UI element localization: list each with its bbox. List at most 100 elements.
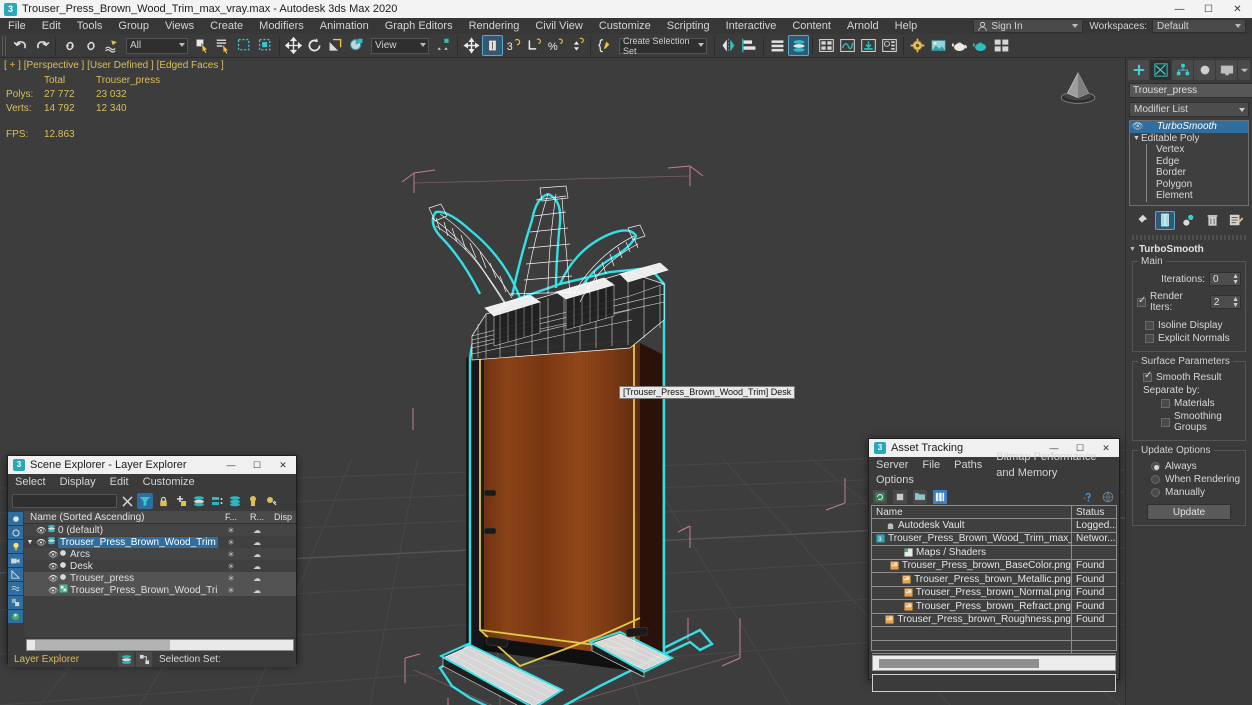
stack-subobject-border[interactable]: Border xyxy=(1130,167,1248,179)
spinner-arrows-icon[interactable]: ▲ ▼ xyxy=(1232,296,1239,309)
chevron-down-icon[interactable]: ▼ xyxy=(24,539,36,546)
placement-icon[interactable] xyxy=(346,35,367,56)
redo-icon[interactable] xyxy=(31,35,52,56)
asset-tracking-grid[interactable]: Name Status Autodesk Vault Logged... 3 T… xyxy=(871,505,1117,654)
row-render[interactable]: ☁ xyxy=(244,550,270,559)
isoline-display-row[interactable]: Isoline Display xyxy=(1137,320,1241,331)
modify-tab[interactable] xyxy=(1150,60,1172,80)
row-frozen[interactable]: ✳ xyxy=(218,526,244,535)
scene-explorer-minimize-button[interactable]: — xyxy=(218,456,244,474)
menu-item-rendering[interactable]: Rendering xyxy=(461,18,528,34)
add-layer-icon[interactable] xyxy=(173,493,189,509)
chevron-down-icon[interactable]: ▼ xyxy=(1132,133,1141,145)
menu-item-modifiers[interactable]: Modifiers xyxy=(251,18,312,34)
bone-icon[interactable] xyxy=(8,596,23,609)
filter-icon[interactable] xyxy=(137,493,153,509)
table-row[interactable]: 👁 0 (default) ✳ ☁ xyxy=(24,524,296,536)
render-in-cloud-icon[interactable] xyxy=(991,35,1012,56)
spinner-precision-icon[interactable] xyxy=(566,35,587,56)
eye-icon[interactable]: 👁 xyxy=(48,562,59,571)
window-maximize-button[interactable]: ☐ xyxy=(1194,0,1223,18)
clear-search-icon[interactable] xyxy=(119,493,135,509)
column-render[interactable]: R... xyxy=(244,512,270,522)
table-row[interactable]: 👁 Arcs ✳ ☁ xyxy=(24,548,296,560)
network-icon[interactable] xyxy=(1101,490,1115,504)
show-end-result-icon[interactable] xyxy=(1155,210,1176,230)
smoothing-groups-checkbox[interactable] xyxy=(1161,417,1170,427)
create-tab[interactable] xyxy=(1128,60,1150,80)
render-iters-spinner[interactable]: 2 ▲ ▼ xyxy=(1209,295,1241,309)
rollout-header[interactable]: ▼ TurboSmooth xyxy=(1129,244,1249,255)
menu-item-content[interactable]: Content xyxy=(784,18,839,34)
helper-icon[interactable] xyxy=(8,568,23,581)
configure-modifier-sets-icon[interactable] xyxy=(1226,211,1246,230)
freeze-layer-icon[interactable] xyxy=(245,493,261,509)
render-production-icon[interactable] xyxy=(949,35,970,56)
menu-item-help[interactable]: Help xyxy=(887,18,926,34)
smoothing-groups-row[interactable]: Smoothing Groups xyxy=(1137,411,1241,433)
eye-icon[interactable]: 👁 xyxy=(48,586,59,595)
curve-editor-icon[interactable] xyxy=(837,35,858,56)
column-display[interactable]: Disp xyxy=(270,512,296,522)
percent-snap-icon[interactable] xyxy=(524,35,545,56)
panel-divider[interactable] xyxy=(1132,235,1246,240)
sign-in-dropdown[interactable]: Sign In xyxy=(973,19,1084,33)
menu-item-scripting[interactable]: Scripting xyxy=(659,18,718,34)
snaps-toggle-icon[interactable] xyxy=(482,35,503,56)
light-icon[interactable] xyxy=(8,540,23,553)
named-selection-set-dropdown[interactable]: Create Selection Set xyxy=(619,36,707,56)
update-button[interactable]: Update xyxy=(1147,504,1231,520)
table-row[interactable]: Trouser_Press_brown_Roughness.png Found xyxy=(872,613,1116,627)
align-icon[interactable] xyxy=(739,35,760,56)
render-setup-icon[interactable] xyxy=(907,35,928,56)
space-warp-icon[interactable] xyxy=(8,582,23,595)
select-link-icon[interactable] xyxy=(59,35,80,56)
table-row[interactable]: Autodesk Vault Logged... xyxy=(872,518,1116,533)
eye-icon[interactable]: 👁 xyxy=(1132,121,1143,133)
add-selection-to-layer-icon[interactable] xyxy=(191,493,207,509)
table-row[interactable]: 👁 Trouser_press ✳ ☁ xyxy=(24,572,296,584)
asset-tracking-window[interactable]: 3 Asset Tracking — ☐ ✕ Server File Paths… xyxy=(868,438,1120,692)
eye-icon[interactable]: 👁 xyxy=(48,574,59,583)
column-status[interactable]: Status xyxy=(1072,506,1116,519)
stack-subobject-vertex[interactable]: Vertex xyxy=(1130,144,1248,156)
angle-snap-icon[interactable]: 3 xyxy=(503,35,524,56)
render-iters-checkbox[interactable] xyxy=(1137,295,1146,307)
help-icon[interactable] xyxy=(1081,490,1095,504)
se-menu-edit[interactable]: Edit xyxy=(103,474,136,491)
at-menu-file[interactable]: File xyxy=(915,457,947,473)
spinner-snap-icon[interactable]: % xyxy=(545,35,566,56)
se-menu-display[interactable]: Display xyxy=(53,474,103,491)
layer-list-icon[interactable] xyxy=(118,651,134,667)
row-render[interactable]: ☁ xyxy=(244,574,270,583)
row-frozen[interactable]: ✳ xyxy=(218,538,244,547)
menu-item-graph-editors[interactable]: Graph Editors xyxy=(377,18,461,34)
modifier-stack[interactable]: 👁 TurboSmooth ▼ Editable Poly Vertex Edg… xyxy=(1129,120,1249,206)
lock-icon[interactable] xyxy=(155,493,171,509)
menu-item-arnold[interactable]: Arnold xyxy=(839,18,887,34)
menu-item-interactive[interactable]: Interactive xyxy=(718,18,785,34)
undo-icon[interactable] xyxy=(10,35,31,56)
scene-explorer-window[interactable]: 3 Scene Explorer - Layer Explorer — ☐ ✕ … xyxy=(7,455,297,667)
schematic-view-icon[interactable] xyxy=(858,35,879,56)
modifier-list-dropdown[interactable]: Modifier List xyxy=(1129,102,1249,117)
table-row[interactable]: 3 Trouser_Press_Brown_Wood_Trim_max_vray… xyxy=(872,532,1116,546)
horizontal-scrollbar[interactable] xyxy=(26,639,294,651)
stack-subobject-element[interactable]: Element xyxy=(1130,190,1248,202)
refresh-icon[interactable] xyxy=(873,489,887,504)
manually-radio[interactable] xyxy=(1151,488,1160,497)
toggle-ribbon-icon[interactable] xyxy=(816,35,837,56)
isoline-display-checkbox[interactable] xyxy=(1145,321,1154,330)
table-row[interactable]: ▼ 👁 Trouser_Press_Brown_Wood_Trim ✳ ☁ xyxy=(24,536,296,548)
display-none-icon[interactable] xyxy=(8,512,23,525)
bind-space-warp-icon[interactable] xyxy=(101,35,122,56)
menu-item-group[interactable]: Group xyxy=(110,18,157,34)
table-row[interactable]: Trouser_Press_brown_Refract.png Found xyxy=(872,599,1116,614)
column-name[interactable]: Name xyxy=(872,505,1072,519)
spinner-arrows-icon[interactable]: ▲ ▼ xyxy=(1232,273,1239,286)
use-center-icon[interactable] xyxy=(433,35,454,56)
search-input[interactable] xyxy=(12,494,117,508)
stop-icon[interactable] xyxy=(893,489,907,504)
menu-item-file[interactable]: File xyxy=(0,18,34,34)
se-menu-customize[interactable]: Customize xyxy=(136,474,202,491)
